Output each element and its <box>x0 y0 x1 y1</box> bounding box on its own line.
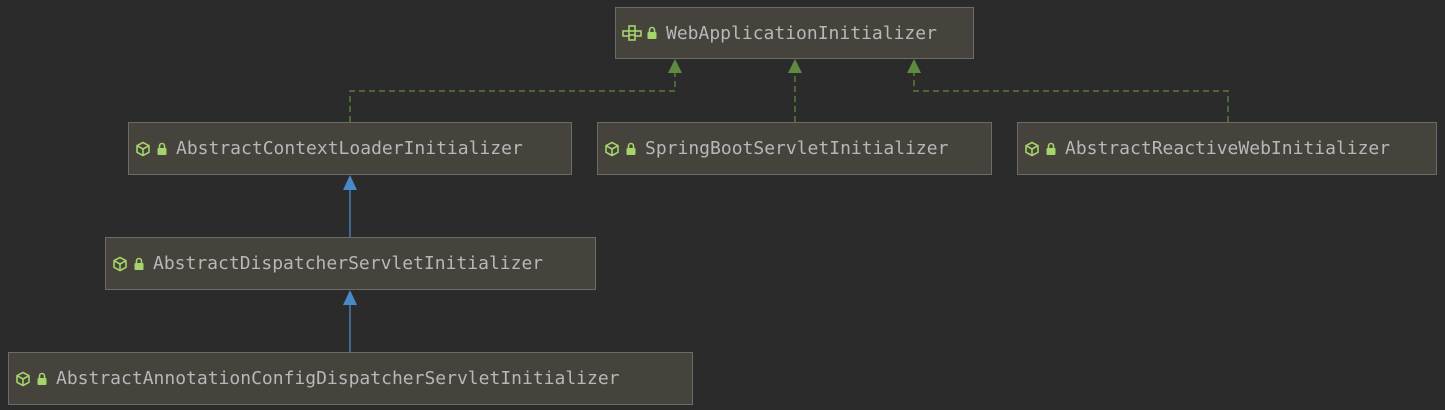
node-label: AbstractDispatcherServletInitializer <box>153 253 544 274</box>
node-abstract-dispatcher-servlet-initializer[interactable]: AbstractDispatcherServletInitializer <box>105 237 596 290</box>
node-icons <box>622 25 658 41</box>
arrowhead-extends-icon <box>343 175 357 190</box>
node-label: SpringBootServletInitializer <box>645 138 949 159</box>
inheritance-edges <box>343 59 1229 352</box>
lock-icon <box>646 26 658 40</box>
abstract-class-icon <box>135 141 151 157</box>
lock-icon <box>36 372 48 386</box>
node-abstract-annotation-config-dispatcher-servlet-initializer[interactable]: AbstractAnnotationConfigDispatcherServle… <box>8 352 693 405</box>
node-label: AbstractReactiveWebInitializer <box>1065 138 1391 159</box>
arrowhead-implements-icon <box>788 59 802 73</box>
abstract-class-icon <box>112 256 128 272</box>
lock-icon <box>156 142 168 156</box>
arrowhead-implements-icon <box>907 59 921 73</box>
node-label: AbstractAnnotationConfigDispatcherServle… <box>56 368 620 389</box>
node-icons <box>1024 141 1057 157</box>
node-web-application-initializer[interactable]: WebApplicationInitializer <box>615 7 974 59</box>
node-icons <box>604 141 637 157</box>
node-label: AbstractContextLoaderInitializer <box>176 138 523 159</box>
abstract-class-icon <box>1024 141 1040 157</box>
abstract-class-icon <box>604 141 620 157</box>
arrowhead-implements-icon <box>668 59 682 73</box>
arrowhead-extends-icon <box>343 290 357 305</box>
edge-reactive-implements-webappinit <box>913 72 1229 122</box>
lock-icon <box>1045 142 1057 156</box>
lock-icon <box>133 257 145 271</box>
node-spring-boot-servlet-initializer[interactable]: SpringBootServletInitializer <box>597 122 992 175</box>
abstract-class-icon <box>15 371 31 387</box>
lock-icon <box>625 142 637 156</box>
interface-icon <box>622 25 642 41</box>
edge-ctxloader-implements-webappinit <box>349 72 676 122</box>
node-label: WebApplicationInitializer <box>666 22 937 44</box>
node-abstract-reactive-web-initializer[interactable]: AbstractReactiveWebInitializer <box>1017 122 1437 175</box>
node-icons <box>15 371 48 387</box>
node-icons <box>112 256 145 272</box>
node-abstract-context-loader-initializer[interactable]: AbstractContextLoaderInitializer <box>128 122 572 175</box>
node-icons <box>135 141 168 157</box>
